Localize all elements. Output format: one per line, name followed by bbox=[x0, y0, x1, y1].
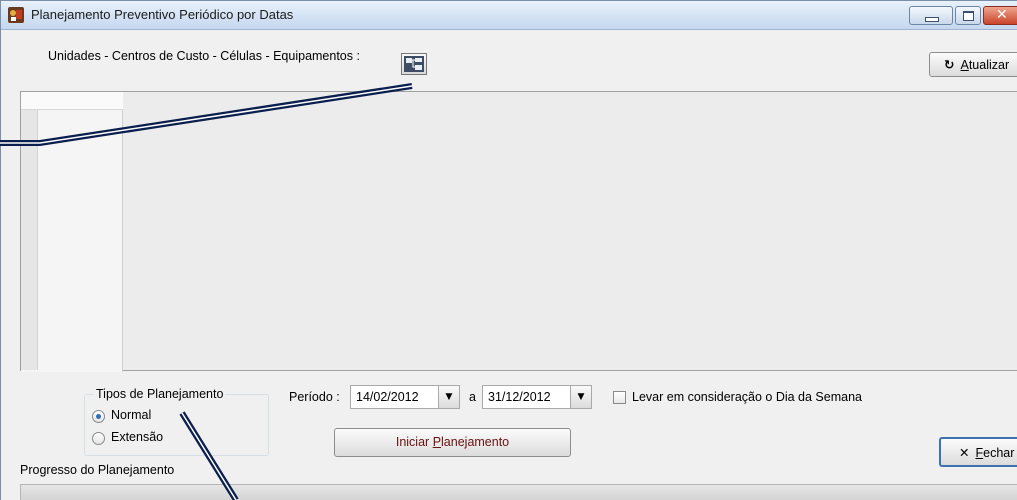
annotation-overlay bbox=[0, 83, 413, 500]
annotation-arrow-planning-types-inner bbox=[181, 412, 237, 500]
annotation-arrow-tree-button bbox=[0, 83, 413, 146]
